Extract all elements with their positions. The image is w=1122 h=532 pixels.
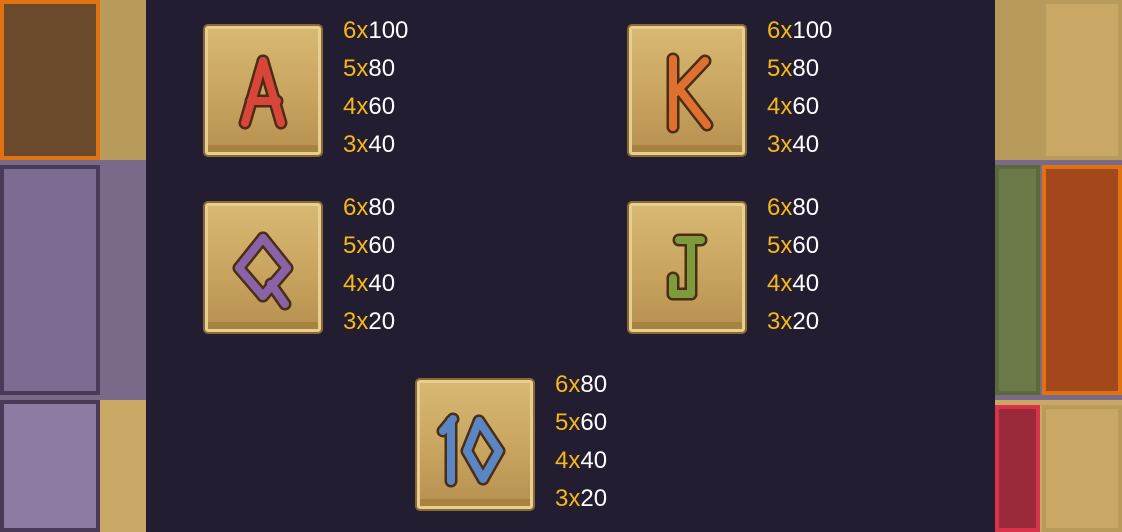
- payout-row: 3x20: [343, 303, 395, 341]
- reel-tile-character: [0, 0, 100, 160]
- reel-tile-dragon: [1042, 165, 1122, 395]
- payout-row: 5x60: [555, 404, 607, 442]
- symbol-q: [203, 201, 323, 334]
- payout-count: 5x: [767, 55, 793, 82]
- payout-count: 4x: [343, 93, 369, 120]
- payout-count: 5x: [343, 55, 369, 82]
- symbol-a: [203, 24, 323, 157]
- payout-count: 3x: [343, 131, 369, 158]
- payout-value: 60: [580, 409, 608, 436]
- payout-value: 40: [792, 131, 820, 158]
- payout-value: 40: [368, 270, 396, 297]
- payout-row: 6x100: [767, 12, 832, 50]
- payout-count: 3x: [555, 485, 581, 512]
- payout-count: 6x: [343, 17, 369, 44]
- payout-count: 3x: [767, 308, 793, 335]
- payout-count: 3x: [767, 131, 793, 158]
- reel-tile-scroll: [1042, 405, 1122, 532]
- payout-row: 4x60: [343, 88, 408, 126]
- payout-row: 6x80: [767, 189, 819, 227]
- payout-row: 6x80: [555, 366, 607, 404]
- payout-row: 3x20: [555, 480, 607, 518]
- payout-count: 6x: [767, 194, 793, 221]
- payout-row: 3x40: [343, 126, 408, 164]
- payout-value: 100: [368, 17, 409, 44]
- background-reels-right: [995, 0, 1122, 532]
- symbol-q-payouts: 6x80 5x60 4x40 3x20: [343, 189, 395, 341]
- payout-value: 80: [792, 194, 820, 221]
- payout-row: 4x40: [555, 442, 607, 480]
- symbol-j: [627, 201, 747, 334]
- symbol-10: [415, 378, 535, 511]
- payout-count: 5x: [555, 409, 581, 436]
- payout-count: 6x: [555, 371, 581, 398]
- payout-row: 4x40: [767, 265, 819, 303]
- reel-tile-green: [995, 165, 1040, 395]
- symbol-k: [627, 24, 747, 157]
- payout-value: 80: [368, 194, 396, 221]
- payout-row: 3x20: [767, 303, 819, 341]
- payout-count: 4x: [767, 270, 793, 297]
- payout-row: 4x40: [343, 265, 395, 303]
- symbol-10-payouts: 6x80 5x60 4x40 3x20: [555, 366, 607, 518]
- payout-count: 4x: [343, 270, 369, 297]
- symbol-j-payouts: 6x80 5x60 4x40 3x20: [767, 189, 819, 341]
- reel-tile-potion: [0, 165, 100, 395]
- symbol-k-glyph: [666, 52, 714, 133]
- symbol-a-glyph: [238, 54, 288, 129]
- payout-value: 40: [580, 447, 608, 474]
- payout-value: 100: [792, 17, 833, 44]
- payout-value: 40: [368, 131, 396, 158]
- payout-row: 4x60: [767, 88, 832, 126]
- payout-row: 5x80: [343, 50, 408, 88]
- payout-value: 60: [792, 93, 820, 120]
- reel-tile-red: [995, 405, 1040, 532]
- symbol-j-glyph: [666, 233, 708, 300]
- reel-tile-arrow: [1042, 0, 1122, 160]
- payout-row: 6x80: [343, 189, 395, 227]
- symbol-q-glyph: [232, 231, 294, 310]
- payout-value: 40: [792, 270, 820, 297]
- reel-tile-potion: [0, 400, 100, 532]
- payout-count: 4x: [767, 93, 793, 120]
- payout-row: 6x100: [343, 12, 408, 50]
- symbol-a-payouts: 6x100 5x80 4x60 3x40: [343, 12, 408, 164]
- payout-count: 4x: [555, 447, 581, 474]
- payout-count: 6x: [767, 17, 793, 44]
- payout-value: 60: [368, 232, 396, 259]
- payout-value: 60: [368, 93, 396, 120]
- payout-row: 5x60: [767, 227, 819, 265]
- payout-value: 20: [580, 485, 608, 512]
- payout-count: 3x: [343, 308, 369, 335]
- payout-value: 60: [792, 232, 820, 259]
- payout-row: 5x80: [767, 50, 832, 88]
- symbol-10-glyph: [436, 412, 506, 487]
- payout-count: 6x: [343, 194, 369, 221]
- payout-row: 5x60: [343, 227, 395, 265]
- payout-count: 5x: [767, 232, 793, 259]
- payout-value: 20: [792, 308, 820, 335]
- payout-value: 80: [792, 55, 820, 82]
- payout-value: 20: [368, 308, 396, 335]
- background-reels-left: [0, 0, 146, 532]
- payout-value: 80: [368, 55, 396, 82]
- payout-value: 80: [580, 371, 608, 398]
- symbol-k-payouts: 6x100 5x80 4x60 3x40: [767, 12, 832, 164]
- payout-row: 3x40: [767, 126, 832, 164]
- payout-count: 5x: [343, 232, 369, 259]
